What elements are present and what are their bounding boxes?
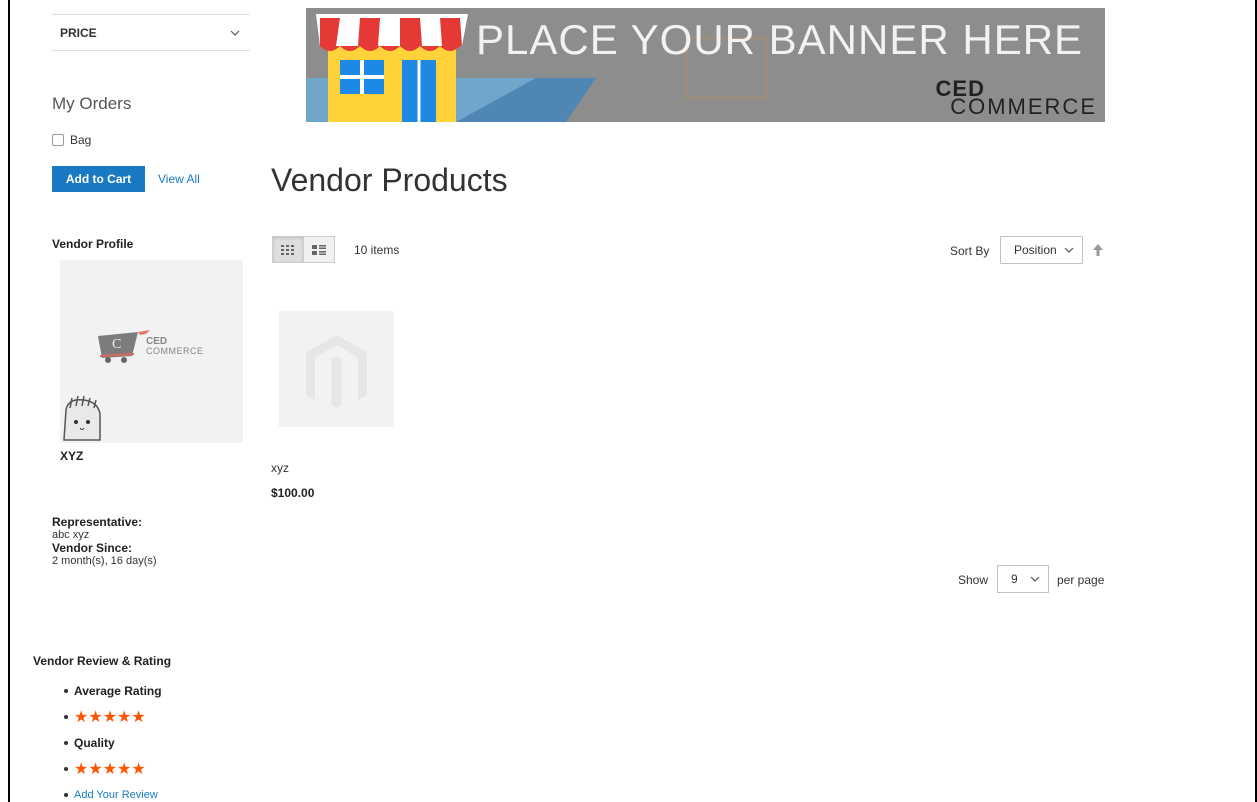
rating-label: Average Rating [74,684,162,698]
vendor-profile-title: Vendor Profile [52,237,134,251]
star-rating-icon: ★★★★★ [74,709,146,726]
vendor-banner: PLACE YOUR BANNER HERE CED COMMERCE [306,8,1105,122]
show-label: Show [958,573,989,587]
grid-view-button[interactable] [272,236,304,263]
page-frame-left [8,0,10,802]
list-icon [312,244,326,255]
view-all-link[interactable]: View All [158,172,200,186]
list-item: Add Your Review [64,782,162,802]
vendor-name: XYZ [60,449,84,463]
bullet-icon [64,741,68,745]
review-list: Average Rating ★★★★★ Quality ★★★★★ Add Y… [64,678,162,802]
orders-item[interactable]: Bag [52,133,91,147]
list-view-button[interactable] [303,236,335,263]
sort-by-value: Position [1014,243,1057,257]
per-page-select[interactable]: 9 [997,565,1049,593]
bullet-icon [64,689,68,693]
page-title: Vendor Products [271,162,508,198]
vendor-logo-image: C CED COMMERCE [60,260,243,443]
vendor-logo-graphic: C CED COMMERCE [63,330,204,441]
shop-icon [316,14,468,122]
list-item: Quality [64,730,162,756]
add-review-link[interactable]: Add Your Review [74,789,158,801]
svg-text:C: C [112,337,121,352]
product-name-link[interactable]: xyz [271,461,289,475]
bullet-icon [64,793,68,797]
sort-ascending-icon[interactable] [1092,243,1104,257]
banner-text: PLACE YOUR BANNER HERE [476,16,1084,63]
list-item: ★★★★★ [64,704,162,730]
star-rating-icon: ★★★★★ [74,761,146,778]
product-price: $100.00 [271,486,315,500]
per-page-label: per page [1057,573,1105,587]
vendor-review-title: Vendor Review & Rating [33,654,172,668]
per-page-value: 9 [1011,572,1018,586]
rating-label: Quality [74,736,115,750]
representative-label: Representative: [52,515,143,529]
view-mode-toggle [272,236,335,263]
sort-by-label: Sort By [950,244,990,258]
orders-item-label: Bag [70,133,92,147]
grid-icon [281,244,294,255]
bullet-icon [64,767,68,771]
item-count: 10 items [354,243,400,257]
add-to-cart-button[interactable]: Add to Cart [52,166,145,192]
vendor-info: Representative: abc xyz Vendor Since: 2 … [52,516,157,568]
chevron-down-icon [230,30,240,36]
magento-placeholder-icon [306,335,367,408]
bullet-icon [64,715,68,719]
vendor-since-label: Vendor Since: [52,541,133,555]
svg-text:COMMERCE: COMMERCE [146,346,204,356]
product-image[interactable] [279,311,394,427]
list-item: Average Rating [64,678,162,704]
chevron-down-icon [1030,576,1040,582]
my-orders-title: My Orders [52,94,132,113]
price-filter-toggle[interactable]: PRICE [52,14,250,51]
price-filter-label: PRICE [60,25,97,40]
orders-item-checkbox[interactable] [52,134,64,146]
vendor-since-value: 2 month(s), 16 day(s) [52,555,157,567]
list-item: ★★★★★ [64,756,162,782]
sort-by-select[interactable]: Position [1000,236,1083,264]
character-icon [63,395,101,441]
chevron-down-icon [1064,247,1074,253]
banner-logo-commerce: COMMERCE [950,94,1097,119]
